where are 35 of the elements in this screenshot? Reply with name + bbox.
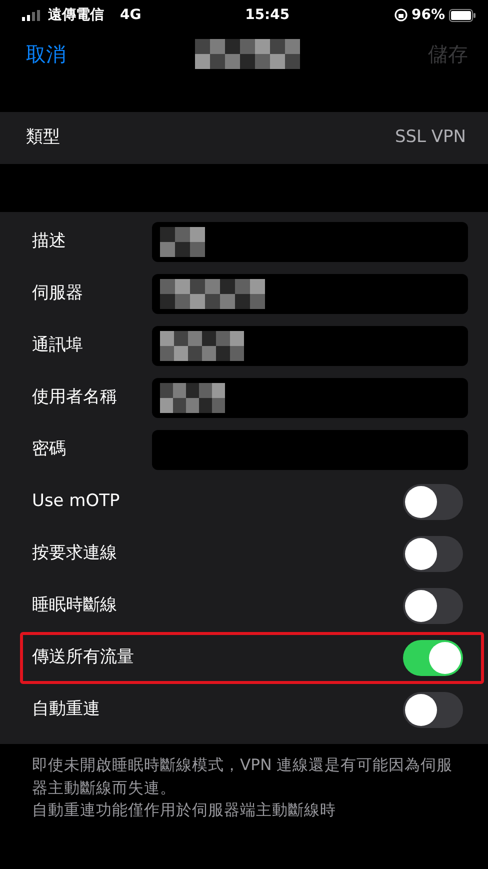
field-label: 使用者名稱 (32, 386, 118, 410)
input-field[interactable] (152, 274, 468, 314)
type-row[interactable]: 類型 SSL VPN (0, 112, 488, 164)
field-label: 伺服器 (32, 282, 84, 306)
pixelated-value (160, 383, 225, 413)
network-type: 4G (120, 6, 142, 24)
switch-label: 傳送所有流量 (32, 646, 134, 670)
input-field[interactable] (152, 326, 468, 366)
field-label: 描述 (32, 230, 67, 254)
toggle-switch[interactable] (403, 588, 463, 624)
toggle-switch[interactable] (403, 640, 463, 676)
type-value: SSL VPN (394, 126, 466, 150)
carrier-name: 遠傳電信 (48, 6, 104, 24)
input-field[interactable] (152, 378, 468, 418)
battery-percent: 96% (412, 6, 446, 24)
toggle-switch[interactable] (403, 484, 463, 520)
footer-note: 自動重連功能僅作用於伺服器端主動斷線時 (32, 800, 337, 822)
type-label: 類型 (26, 126, 60, 150)
input-field[interactable] (152, 430, 468, 470)
rotation-lock-icon (394, 8, 408, 22)
field-label: 密碼 (32, 438, 67, 462)
footer-note: 即使未開啟睡眠時斷線模式，VPN 連線還是有可能因為伺服器主動斷線而失連。 (32, 755, 454, 799)
cancel-button[interactable]: 取消 (26, 39, 66, 69)
toggle-switch[interactable] (403, 692, 463, 728)
input-field[interactable] (152, 222, 468, 262)
clock-time: 15:45 (245, 6, 290, 24)
signal-icon (22, 10, 40, 20)
switch-label: 睡眠時斷線 (32, 594, 117, 618)
battery-icon (449, 8, 476, 22)
switch-label: 自動重連 (32, 698, 100, 722)
field-label: 通訊埠 (32, 334, 84, 358)
toggle-switch[interactable] (403, 536, 463, 572)
switch-label: Use mOTP (32, 490, 120, 514)
pixelated-value (160, 227, 205, 257)
switch-label: 按要求連線 (32, 542, 117, 566)
